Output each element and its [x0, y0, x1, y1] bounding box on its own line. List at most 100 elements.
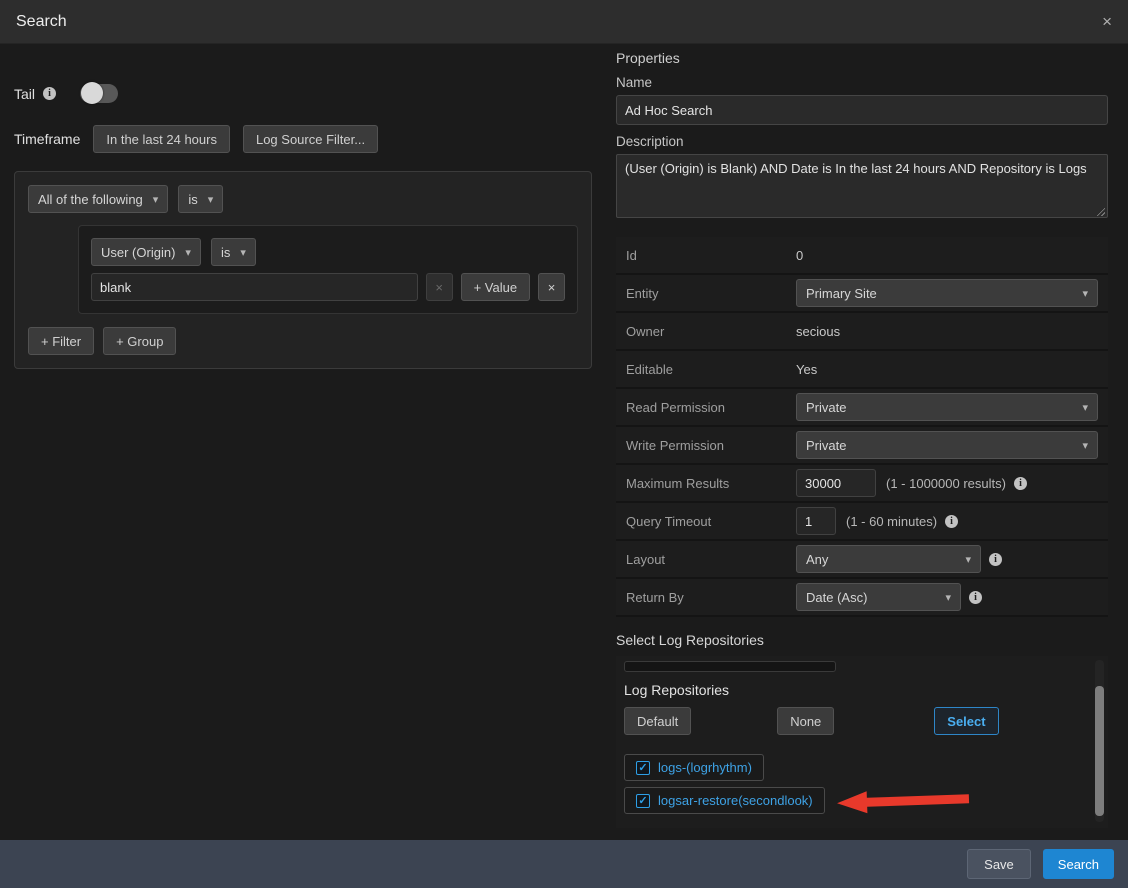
- search-button[interactable]: Search: [1043, 849, 1114, 879]
- properties-heading: Properties: [616, 50, 1108, 66]
- list-item: ✓ logsar-restore(secondlook): [624, 787, 1086, 814]
- table-row-write-permission: Write Permission Private ▾: [616, 427, 1108, 465]
- dialog-title: Search: [16, 13, 67, 31]
- field-is-value: is: [221, 245, 230, 260]
- editable-value: Yes: [796, 362, 817, 377]
- name-label: Name: [616, 75, 1108, 90]
- timeframe-button[interactable]: In the last 24 hours: [93, 125, 230, 153]
- repository-label: logsar-restore(secondlook): [658, 793, 813, 808]
- table-row-editable: Editable Yes: [616, 351, 1108, 389]
- filter-item-box: User (Origin) ▾ is ▾ × + Value ×: [78, 225, 578, 314]
- info-icon[interactable]: i: [945, 515, 958, 528]
- red-arrow-annotation: [834, 785, 971, 816]
- table-row-id: Id 0: [616, 237, 1108, 275]
- remove-value-button[interactable]: ×: [426, 273, 453, 301]
- tail-toggle[interactable]: [80, 84, 118, 103]
- table-row-layout: Layout Any ▾ i: [616, 541, 1108, 579]
- properties-table: Id 0 Entity Primary Site ▾ Owner secious…: [616, 237, 1108, 617]
- chevron-down-icon: ▾: [1082, 287, 1088, 300]
- dialog-titlebar: Search ×: [0, 0, 1128, 44]
- chevron-down-icon: ▾: [1082, 439, 1088, 452]
- maximum-results-hint: (1 - 1000000 results): [886, 476, 1006, 491]
- row-label: Owner: [626, 324, 796, 339]
- list-item: ✓ logs-(logrhythm): [624, 754, 1086, 781]
- table-row-return-by: Return By Date (Asc) ▾ i: [616, 579, 1108, 617]
- info-icon[interactable]: i: [989, 553, 1002, 566]
- close-icon[interactable]: ×: [1102, 13, 1112, 30]
- chevron-down-icon: ▾: [965, 553, 971, 566]
- chevron-down-icon: ▾: [945, 591, 951, 604]
- save-button[interactable]: Save: [967, 849, 1031, 879]
- add-filter-button[interactable]: + Filter: [28, 327, 94, 355]
- entity-select[interactable]: Primary Site ▾: [796, 279, 1098, 307]
- maximum-results-input[interactable]: [796, 469, 876, 497]
- info-icon[interactable]: i: [969, 591, 982, 604]
- row-label: Query Timeout: [626, 514, 796, 529]
- group-is-value: is: [188, 192, 197, 207]
- timeframe-row: Timeframe In the last 24 hours Log Sourc…: [14, 125, 602, 153]
- row-label: Id: [626, 248, 796, 263]
- chevron-down-icon: ▾: [185, 246, 191, 259]
- select-log-repositories-heading: Select Log Repositories: [616, 632, 1108, 648]
- read-permission-select[interactable]: Private ▾: [796, 393, 1098, 421]
- query-builder-panel: Tail i Timeframe In the last 24 hours Lo…: [0, 44, 616, 840]
- remove-filter-button[interactable]: ×: [538, 273, 565, 301]
- repository-chip-logsar-restore-secondlook[interactable]: ✓ logsar-restore(secondlook): [624, 787, 825, 814]
- search-dialog: Search × Tail i Timeframe In the last 24…: [0, 0, 1128, 888]
- table-row-owner: Owner secious: [616, 313, 1108, 351]
- add-value-button[interactable]: + Value: [461, 273, 531, 301]
- log-source-filter-button[interactable]: Log Source Filter...: [243, 125, 378, 153]
- write-permission-value: Private: [806, 438, 846, 453]
- none-button[interactable]: None: [777, 707, 834, 735]
- row-label: Write Permission: [626, 438, 796, 453]
- field-select[interactable]: User (Origin) ▾: [91, 238, 201, 266]
- group-operator-select[interactable]: All of the following ▾: [28, 185, 168, 213]
- log-repositories-heading: Log Repositories: [624, 682, 1086, 698]
- select-button[interactable]: Select: [934, 707, 998, 735]
- return-by-select[interactable]: Date (Asc) ▾: [796, 583, 961, 611]
- timeframe-label: Timeframe: [14, 131, 80, 147]
- scrollbar-thumb[interactable]: [1095, 686, 1104, 816]
- name-input[interactable]: [616, 95, 1108, 125]
- scrolled-partial-field: [624, 661, 836, 672]
- layout-value: Any: [806, 552, 828, 567]
- query-timeout-input[interactable]: [796, 507, 836, 535]
- id-value: 0: [796, 248, 803, 263]
- info-icon[interactable]: i: [1014, 477, 1027, 490]
- field-value: User (Origin): [101, 245, 175, 260]
- tail-row: Tail i: [14, 84, 602, 103]
- write-permission-select[interactable]: Private ▾: [796, 431, 1098, 459]
- description-textarea[interactable]: (User (Origin) is Blank) AND Date is In …: [616, 154, 1108, 218]
- table-row-maximum-results: Maximum Results (1 - 1000000 results) i: [616, 465, 1108, 503]
- row-label: Maximum Results: [626, 476, 796, 491]
- dialog-footer: Save Search: [0, 840, 1128, 888]
- filter-value-input[interactable]: [91, 273, 418, 301]
- default-button[interactable]: Default: [624, 707, 691, 735]
- checkbox-checked-icon[interactable]: ✓: [636, 794, 650, 808]
- checkbox-checked-icon[interactable]: ✓: [636, 761, 650, 775]
- row-label: Layout: [626, 552, 796, 567]
- table-row-read-permission: Read Permission Private ▾: [616, 389, 1108, 427]
- row-label: Editable: [626, 362, 796, 377]
- query-timeout-hint: (1 - 60 minutes): [846, 514, 937, 529]
- repository-chip-logs-logrhythm[interactable]: ✓ logs-(logrhythm): [624, 754, 764, 781]
- repository-actions: Default None Select: [624, 707, 1086, 735]
- entity-value: Primary Site: [806, 286, 877, 301]
- description-label: Description: [616, 134, 1108, 149]
- read-permission-value: Private: [806, 400, 846, 415]
- toggle-knob: [81, 82, 103, 104]
- add-group-button[interactable]: + Group: [103, 327, 176, 355]
- field-is-select[interactable]: is ▾: [211, 238, 256, 266]
- group-is-select[interactable]: is ▾: [178, 185, 223, 213]
- return-by-value: Date (Asc): [806, 590, 867, 605]
- properties-panel: Properties Name Description (User (Origi…: [616, 44, 1116, 840]
- chevron-down-icon: ▾: [1082, 401, 1088, 414]
- layout-select[interactable]: Any ▾: [796, 545, 981, 573]
- repository-scrollbar[interactable]: [1095, 660, 1104, 822]
- row-label: Return By: [626, 590, 796, 605]
- repository-label: logs-(logrhythm): [658, 760, 752, 775]
- table-row-entity: Entity Primary Site ▾: [616, 275, 1108, 313]
- table-row-query-timeout: Query Timeout (1 - 60 minutes) i: [616, 503, 1108, 541]
- info-icon[interactable]: i: [43, 87, 56, 100]
- log-repositories-box: Log Repositories Default None Select ✓ l…: [616, 656, 1108, 828]
